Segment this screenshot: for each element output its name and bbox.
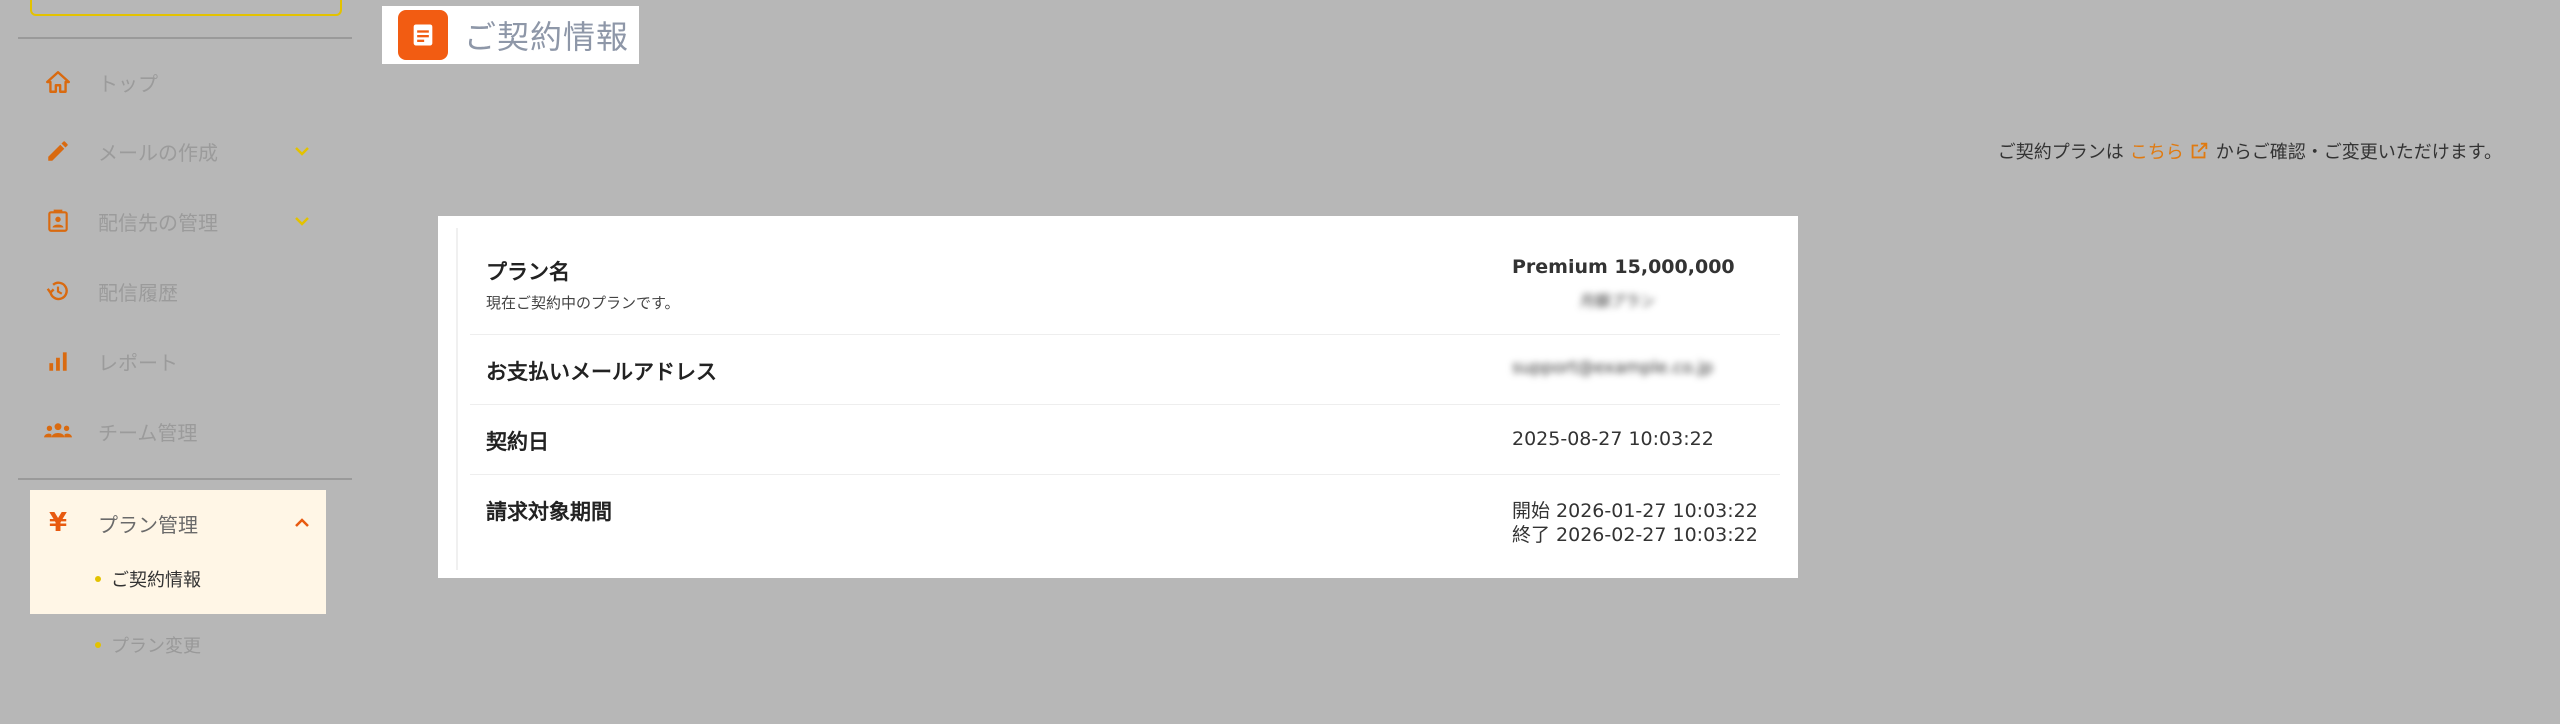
plan-notice: ご契約プランは こちら からご確認・ご変更いただけます。 (1998, 138, 2502, 164)
plan-billing-value: 月額プラン (1580, 292, 1656, 310)
contract-row-billing-period: 請求対象期間 開始 2026-01-27 10:03:22 終了 2026-02… (470, 474, 1780, 570)
home-icon (42, 66, 74, 98)
plan-name-value: Premium 15,000,000 (1512, 256, 1735, 278)
plan-link[interactable]: こちら (2130, 138, 2184, 164)
row-key: 契約日 (486, 430, 549, 454)
bullet-icon (95, 642, 101, 648)
contract-row-date: 契約日 2025-08-27 10:03:22 (470, 404, 1780, 475)
chevron-down-icon[interactable] (290, 139, 314, 163)
team-icon (42, 415, 74, 447)
row-key: お支払いメールアドレス (486, 360, 717, 384)
sidebar-item-label: メールの作成 (98, 140, 218, 165)
sidebar-subitem-plan-change[interactable]: プラン変更 (95, 632, 201, 658)
sidebar-item-label: レポート (98, 350, 178, 375)
sidebar-item-plan[interactable]: ¥ プラン管理 (30, 490, 326, 556)
sidebar-item-compose[interactable]: メールの作成 (30, 129, 326, 173)
sidebar-top-box (30, 0, 342, 16)
history-icon (42, 275, 74, 307)
contract-table: プラン名 現在ご契約中のプランです。 Premium 15,000,000 月額… (456, 228, 1788, 570)
external-link-icon[interactable] (2188, 140, 2210, 162)
sidebar-divider (18, 478, 352, 480)
sidebar-item-label: 配信履歴 (98, 280, 178, 305)
page-title-text: ご契約情報 (464, 18, 630, 56)
document-icon (398, 10, 448, 60)
sidebar-item-label: チーム管理 (98, 420, 198, 445)
sidebar-group-plan: ¥ プラン管理 ご契約情報 (30, 490, 326, 614)
billing-period-start: 開始 2026-01-27 10:03:22 (1512, 500, 1758, 522)
sidebar: トップ メールの作成 配信先の管理 配信履歴 レポート チーム管理 ¥ プラン管… (0, 0, 362, 724)
sidebar-item-recipients[interactable]: 配信先の管理 (30, 199, 326, 243)
row-key: 請求対象期間 (486, 500, 612, 524)
page-title: ご契約情報 (382, 6, 639, 64)
sidebar-subitem-label: プラン変更 (111, 636, 201, 657)
sidebar-item-top[interactable]: トップ (30, 60, 326, 104)
sidebar-item-label: プラン管理 (98, 512, 198, 537)
contact-book-icon (42, 205, 74, 237)
contract-row-email: お支払いメールアドレス support@example.co.jp (470, 334, 1780, 405)
notice-suffix: からご確認・ご変更いただけます。 (2215, 142, 2502, 163)
sidebar-subitem-contract-info[interactable]: ご契約情報 (95, 566, 201, 592)
bar-chart-icon (42, 345, 74, 377)
sidebar-divider (18, 37, 352, 39)
billing-email-value: support@example.co.jp (1512, 358, 1714, 378)
sidebar-item-history[interactable]: 配信履歴 (30, 269, 326, 313)
notice-prefix: ご契約プランは (1997, 142, 2124, 163)
chevron-up-icon[interactable] (290, 511, 314, 535)
sidebar-item-team[interactable]: チーム管理 (30, 409, 326, 453)
contract-row-plan: プラン名 現在ご契約中のプランです。 Premium 15,000,000 月額… (470, 228, 1780, 335)
chevron-down-icon[interactable] (290, 209, 314, 233)
sidebar-item-label: 配信先の管理 (98, 210, 218, 235)
contract-card: プラン名 現在ご契約中のプランです。 Premium 15,000,000 月額… (438, 216, 1798, 578)
billing-period-end: 終了 2026-02-27 10:03:22 (1512, 524, 1758, 546)
bullet-icon (95, 576, 101, 582)
row-subtext: 現在ご契約中のプランです。 (486, 294, 680, 312)
yen-icon: ¥ (48, 508, 68, 538)
contract-date-value: 2025-08-27 10:03:22 (1512, 428, 1714, 450)
sidebar-item-label: トップ (98, 71, 158, 96)
sidebar-item-report[interactable]: レポート (30, 339, 326, 383)
row-key: プラン名 (486, 260, 570, 284)
sidebar-subitem-label: ご契約情報 (111, 570, 201, 591)
pencil-icon (42, 135, 74, 167)
